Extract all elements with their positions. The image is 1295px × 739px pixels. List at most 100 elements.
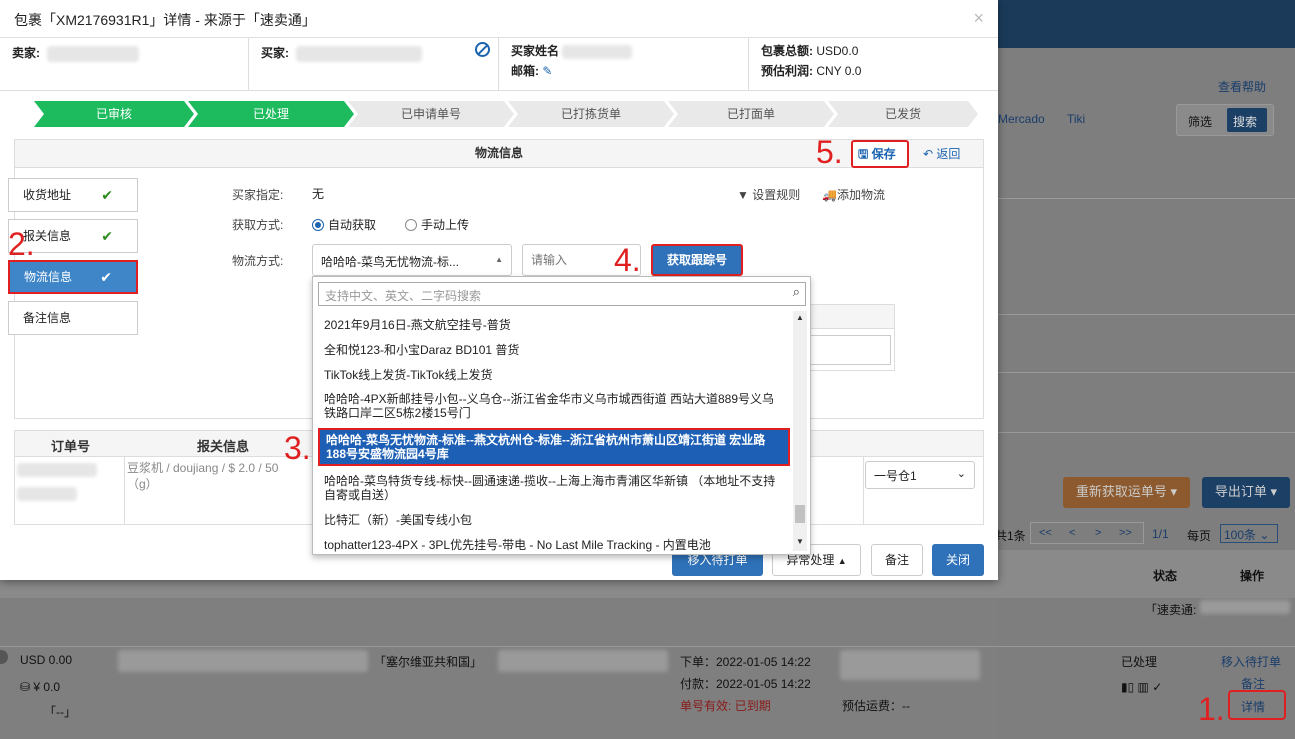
row-est-freight: 预估运费：-- [842,699,910,713]
masked-text [47,45,140,62]
close-button[interactable]: 关闭 [932,544,984,576]
divider [998,372,1295,373]
buyer-label: 买家: [261,46,289,60]
row-status-icons[interactable]: ▮▯ ▥ ✓ [1121,680,1162,694]
step-reviewed: 已审核 [34,101,194,127]
help-link[interactable]: 查看帮助 [1218,78,1266,95]
platform-mercado-link[interactable]: Mercado [998,112,1045,126]
divider [998,198,1295,199]
modal-title: 包裹「XM2176931R1」详情 - 来源于「速卖通」 [14,12,316,28]
warehouse-select[interactable]: 一号仓1 ⌄ [865,461,975,489]
masked-text [562,44,633,59]
package-detail-modal: 包裹「XM2176931R1」详情 - 来源于「速卖通」 × 卖家: 买家: 买… [0,0,998,580]
fetch-tracking-button[interactable]: 获取跟踪号 [651,244,743,276]
row-amount: USD 0.00 [20,653,73,667]
shipping-method-select[interactable]: 哈哈哈-菜鸟无忧物流-标... ▲ [312,244,512,276]
scroll-thumb[interactable] [795,505,805,523]
action-move-link[interactable]: 移入待打单 [1221,653,1281,670]
fetch-mode-label: 获取方式: [232,218,284,232]
manual-upload-radio[interactable]: 手动上传 [405,216,469,233]
block-icon[interactable] [475,42,490,57]
per-page-label: 每页 [1187,529,1212,543]
tab-shipping-address[interactable]: 收货地址 ✔ [8,178,138,212]
search-icon: ⌕ [792,284,800,299]
set-rules-link[interactable]: ▼ 设置规则 [737,186,800,203]
divider [0,90,998,91]
dropdown-option[interactable]: 比特汇（新）-美国专线小包 [318,510,790,530]
action-detail-link[interactable]: 详情 [1241,698,1265,715]
masked-text [118,650,368,672]
masked-text [1200,600,1290,614]
remark-button[interactable]: 备注 [871,544,923,576]
row-tracking-valid: 单号有效: 已到期 [680,699,771,713]
seller-label: 卖家: [12,46,40,60]
dropdown-option[interactable]: 全和悦123-和小宝Daraz BD101 普货 [318,340,790,360]
scroll-up-icon[interactable]: ▲ [796,313,804,322]
scroll-down-icon[interactable]: ▼ [796,537,804,546]
check-icon: ✔ [101,228,113,244]
divider [998,314,1295,315]
customs-cell: 豆浆机 / doujiang / $ 2.0 / 50 （g） [127,461,279,491]
search-button[interactable]: 搜索 [1233,113,1257,130]
page-info: 1/1 [1152,527,1169,541]
truck-icon: 🚚 [822,188,837,202]
divider [863,457,864,524]
shipping-method-label: 物流方式: [232,254,284,268]
dropdown-option[interactable]: 哈哈哈-菜鸟特货专线-标快--圆通速递-揽收--上海上海市青浦区华新镇 （本地址… [318,471,790,505]
dropdown-scrollbar[interactable]: ▲ ▼ [793,311,807,551]
buyer-assign-value: 无 [312,187,325,201]
package-total-cell: 包裹总额: USD0.0 预估利润: CNY 0.0 [749,38,998,90]
total-count: 共1条 [995,529,1026,543]
seller-cell: 卖家: [0,38,249,90]
export-orders-button[interactable]: 导出订单 ▾ [1202,477,1290,508]
dropdown-option[interactable]: TikTok线上发货-TikTok线上发货 [318,365,790,385]
masked-text [498,650,668,672]
email-label: 邮箱: [511,64,539,78]
chevron-down-icon: ⌄ [956,468,966,480]
row-expand-icon[interactable] [0,650,8,664]
step-marker-5: 5. [816,134,843,170]
dropdown-option[interactable]: 2021年9月16日-燕文航空挂号-普货 [318,315,790,335]
shipping-method-dropdown: 支持中文、英文、二字码搜索 ⌕ 2021年9月16日-燕文航空挂号-普货 全和悦… [312,276,811,555]
buyer-assign-label: 买家指定: [232,188,284,202]
per-page-select[interactable]: 100条 ⌄ [1220,524,1278,543]
est-profit-label: 预估利润: [761,64,813,78]
auto-fetch-radio[interactable]: 自动获取 [312,216,376,233]
step-tracking-applied: 已申请单号 [348,101,514,127]
back-button[interactable]: ↶ 返回 [923,145,960,162]
dropdown-option[interactable]: 哈哈哈-4PX新邮挂号小包--义乌仓--浙江省金华市义乌市城西街道 西站大道88… [318,389,790,423]
edit-icon[interactable]: ✎ [542,64,552,78]
modal-header: 包裹「XM2176931R1」详情 - 来源于「速卖通」 × [0,0,998,38]
row-dash: 「--」 [44,705,76,719]
col-order-no: 订单号 [51,439,91,454]
tab-remark-info[interactable]: 备注信息 [8,301,138,335]
step-picklist-printed: 已打拣货单 [508,101,674,127]
col-customs: 报关信息 [197,439,250,454]
add-logistics-link[interactable]: 🚚添加物流 [822,186,885,203]
dropdown-option[interactable]: tophatter123-4PX - 3PL优先挂号-带电 - No Last … [318,535,790,555]
est-profit-value: CNY 0.0 [816,64,862,78]
check-icon: ✔ [101,187,113,203]
row-country: 「塞尔维亚共和国」 [374,655,483,669]
dropdown-search-input[interactable]: 支持中文、英文、二字码搜索 ⌕ [318,282,806,306]
step-processed: 已处理 [188,101,354,127]
save-icon: 🖫 [858,147,869,161]
pager[interactable]: << < > >> [1030,522,1144,544]
masked-text [17,487,77,501]
tab-logistics-info[interactable]: 物流信息 ✔ [8,260,138,294]
close-icon[interactable]: × [973,8,984,29]
buyer-cell: 买家: [249,38,499,90]
caret-up-icon: ▲ [495,255,503,264]
refetch-tracking-button[interactable]: 重新获取运单号 ▾ [1063,477,1190,508]
platform-tiki-link[interactable]: Tiki [1067,112,1085,126]
filter-button[interactable]: 筛选 [1188,113,1212,130]
package-total-value: USD0.0 [816,44,859,58]
source-label: 「速卖通: [1145,603,1197,617]
masked-text [840,650,980,680]
save-button[interactable]: 🖫 保存 [851,140,909,168]
step-marker-1: 1. [1198,691,1225,727]
dropdown-option-selected[interactable]: 哈哈哈-菜鸟无忧物流-标准--燕文杭州仓-标准--浙江省杭州市萧山区靖江街道 宏… [318,428,790,466]
step-marker-2: 2. [8,226,35,262]
step-marker-4: 4. [614,242,641,278]
filter-icon: ▼ [737,188,749,202]
